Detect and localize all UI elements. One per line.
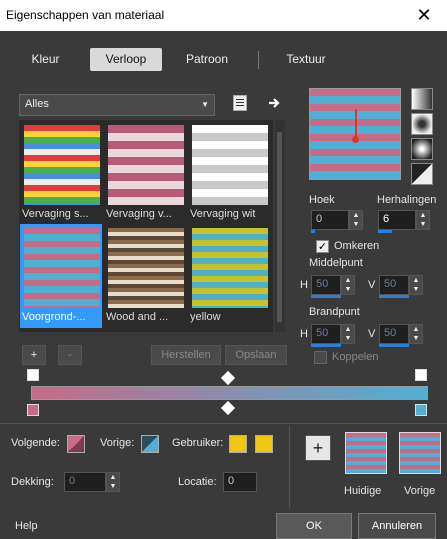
gradient-library: Vervaging s... Vervaging v... Vervaging … [19,120,273,332]
focus-v-input[interactable]: 50 [379,324,409,344]
stop-marker-icon[interactable] [27,404,39,416]
focus-h-stepper[interactable]: ▲ ▼ [341,324,355,344]
add-to-library-button[interactable]: + [305,435,331,461]
rectangular-gradient-icon[interactable] [411,113,433,135]
center-h-slider[interactable] [311,295,341,298]
gradient-item-label: Vervaging v... [106,208,172,220]
gradient-editor-bar[interactable] [31,386,428,400]
gradient-item-label: Wood and ... [106,311,169,323]
center-h-input[interactable]: 50 [311,275,341,295]
close-icon[interactable]: ✕ [401,0,447,31]
remove-gradient-button[interactable]: - [58,345,82,365]
user-color-swatch-2[interactable] [255,435,273,453]
repeats-stepper[interactable]: ▲ ▼ [416,210,430,230]
center-h-stepper[interactable]: ▲ ▼ [341,275,355,295]
tab-verloop[interactable]: Verloop [90,48,162,71]
center-v-slider[interactable] [379,295,409,298]
gradient-item-selected[interactable]: Voorgrond-... [20,224,102,328]
category-value: Alles [25,98,49,110]
midpoint-diamond-icon[interactable] [220,370,236,386]
new-document-icon[interactable] [233,95,247,111]
focus-v-slider[interactable] [379,344,409,347]
focus-v-stepper[interactable]: ▲ ▼ [409,324,423,344]
gradient-item[interactable]: Vervaging wit [188,121,270,225]
gradient-item[interactable]: Vervaging v... [104,121,186,225]
sunburst-gradient-icon[interactable] [411,138,433,160]
focus-h-input[interactable]: 50 [311,324,341,344]
prev-color-swatch[interactable] [141,435,159,453]
focus-h-label: H [300,328,308,340]
center-v-label: V [368,279,376,291]
ok-button[interactable]: OK [276,513,352,539]
window-title: Eigenschappen van materiaal [6,8,165,22]
next-color-swatch[interactable] [67,435,85,453]
center-label: Middelpunt [309,257,363,269]
repeats-input[interactable]: 6 [378,210,416,230]
opacity-label: Dekking: [11,476,54,488]
angle-stepper[interactable]: ▲ ▼ [349,210,363,230]
center-h-label: H [300,279,308,291]
focus-label: Brandpunt [309,306,360,318]
restore-button[interactable]: Herstellen [151,345,221,365]
angle-input[interactable]: 0 [311,210,349,230]
title-bar: Eigenschappen van materiaal [0,0,447,31]
library-scrollbar[interactable] [275,120,285,332]
checkmark-icon: ✓ [317,241,328,253]
gradient-item[interactable]: yellow [188,224,270,328]
previous-swatch[interactable] [399,432,441,474]
gradient-item[interactable]: Wood and ... [104,224,186,328]
angle-slider[interactable] [311,230,315,233]
save-button[interactable]: Opslaan [225,345,287,365]
repeats-slider[interactable] [378,230,392,233]
location-input[interactable]: 0 [223,472,257,492]
tab-patroon[interactable]: Patroon [170,48,244,71]
stop-marker-icon[interactable] [415,404,427,416]
repeats-label: Herhalingen [377,194,437,206]
opacity-stepper[interactable]: ▲ ▼ [106,472,120,492]
gradient-item-label: Vervaging s... [22,208,89,220]
link-checkbox[interactable] [314,351,327,364]
gradient-item[interactable]: Vervaging s... [20,121,102,225]
midpoint-diamond-icon[interactable] [220,400,236,416]
focus-v-label: V [368,328,376,340]
gradient-preview[interactable] [309,88,401,180]
radial-gradient-icon[interactable] [411,163,433,185]
arrow-right-icon[interactable] [268,96,282,110]
gradient-item-label: Voorgrond-... [22,311,86,323]
invert-label: Omkeren [334,240,380,252]
center-v-input[interactable]: 50 [379,275,409,295]
link-label: Koppelen [332,351,379,363]
next-label: Volgende: [11,437,60,449]
add-gradient-button[interactable]: + [22,345,46,365]
gradient-item-label: Vervaging wit [190,208,256,220]
opacity-input[interactable]: 0 [64,472,106,492]
current-swatch[interactable] [345,432,387,474]
divider [289,426,290,508]
user-label: Gebruiker: [172,437,224,449]
category-dropdown[interactable]: Alles ▼ [19,94,215,116]
invert-checkbox[interactable]: ✓ [316,240,329,253]
gradient-item-label: yellow [190,311,221,323]
cancel-button[interactable]: Annuleren [358,513,436,539]
focus-h-slider[interactable] [311,344,341,347]
chevron-down-icon: ▼ [201,100,209,109]
current-label: Huidige [344,485,382,497]
stop-marker-icon[interactable] [27,369,39,381]
location-label: Locatie: [178,476,217,488]
help-link[interactable]: Help [15,520,38,532]
prev-label: Vorige: [100,437,135,449]
tab-separator [258,51,259,69]
center-v-stepper[interactable]: ▲ ▼ [409,275,423,295]
tab-kleur[interactable]: Kleur [13,48,78,71]
user-color-swatch[interactable] [229,435,247,453]
stop-marker-icon[interactable] [415,369,427,381]
linear-gradient-icon[interactable] [411,88,433,110]
previous-label: Vorige [404,485,436,497]
angle-label: Hoek [309,194,335,206]
tab-textuur[interactable]: Textuur [270,48,342,71]
